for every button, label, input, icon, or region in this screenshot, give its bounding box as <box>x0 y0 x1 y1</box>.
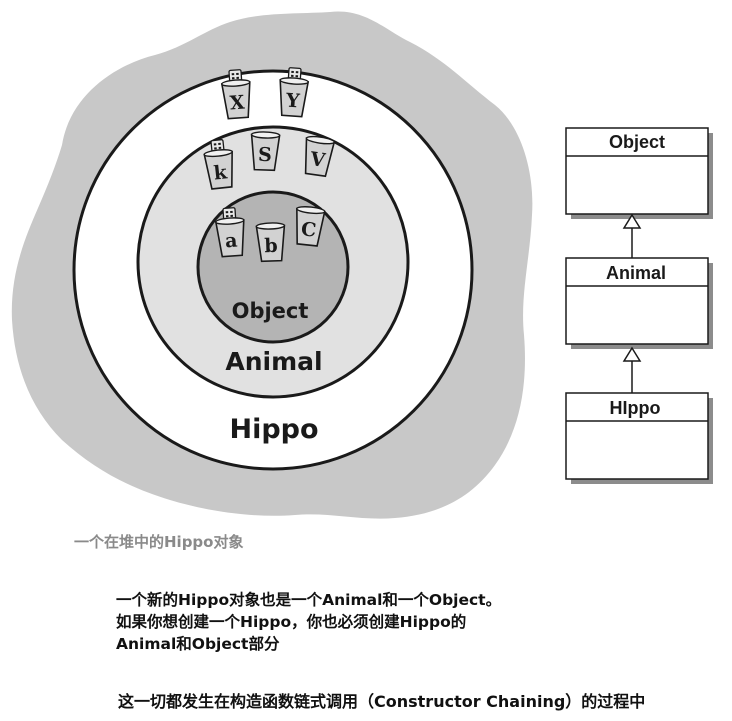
inheritance-arrow <box>622 346 642 393</box>
cup-letter: Y <box>284 89 300 112</box>
uml-class-animal: Animal <box>565 257 713 349</box>
cup-letter: C <box>300 218 317 241</box>
inheritance-arrow <box>622 213 642 258</box>
hippo-ring-label: Hippo <box>229 414 318 445</box>
hollow-triangle-icon <box>622 346 642 362</box>
cup-letter: S <box>258 144 272 166</box>
uml-class-hippo: HIppo <box>565 392 713 484</box>
explanation-line: Animal和Object部分 <box>116 635 280 653</box>
cup-letter: a <box>224 230 238 253</box>
explanation-text: 一个新的Hippo对象也是一个Animal和一个Object。 如果你想创建一个… <box>116 589 501 655</box>
variable-cup-b: b <box>255 222 286 263</box>
uml-class-name: Animal <box>606 263 666 283</box>
explanation-line: 如果你想创建一个Hippo，你也必须创建Hippo的 <box>116 613 467 631</box>
explanation-line: 一个新的Hippo对象也是一个Animal和一个Object。 <box>116 591 502 609</box>
animal-ring-label: Animal <box>225 347 322 376</box>
cup-letter: b <box>264 235 278 257</box>
heap-caption: 一个在堆中的Hippo对象 <box>74 533 244 551</box>
uml-class-name: HIppo <box>610 398 661 418</box>
object-ring-label: Object <box>232 299 309 323</box>
uml-class-name: Object <box>609 132 665 152</box>
constructor-chaining-caption: 这一切都发生在构造函数链式调用（Constructor Chaining）的过程… <box>118 692 646 711</box>
cup-letter: X <box>229 91 245 114</box>
variable-cup-s: S <box>250 131 281 172</box>
uml-class-object: Object <box>565 127 713 219</box>
